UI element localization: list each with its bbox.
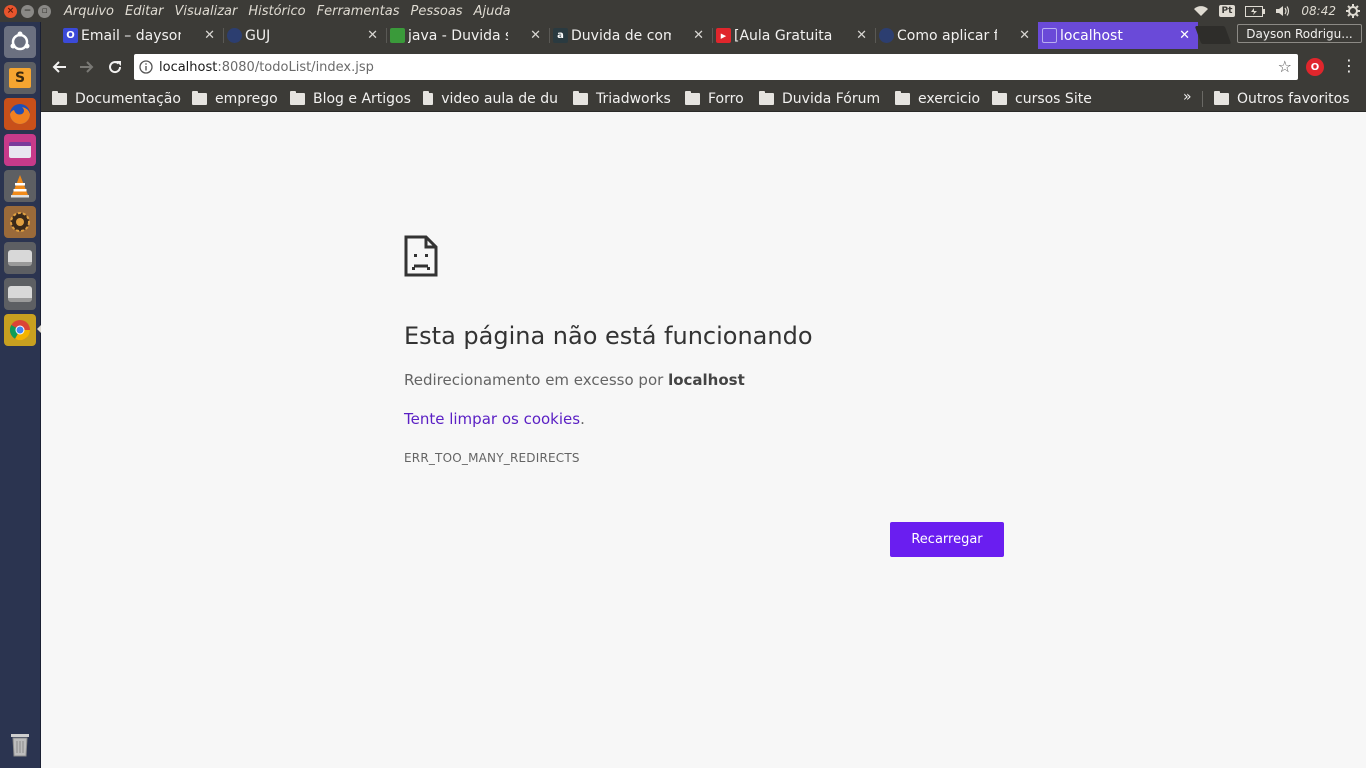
close-window-button[interactable]: × (4, 4, 17, 18)
page-content: Esta página não está funcionando Redirec… (41, 112, 1366, 768)
session-gear-icon[interactable] (1346, 4, 1360, 18)
stackoverflow-icon (390, 28, 405, 43)
extension-icon[interactable]: O (1306, 58, 1324, 76)
drive-icon[interactable] (4, 278, 36, 310)
error-code: ERR_TOO_MANY_REDIRECTS (404, 451, 580, 465)
close-tab-icon[interactable]: ✕ (693, 28, 704, 43)
url-host: localhost (159, 59, 218, 75)
tab-strip: O Email – dayson ✕ GUJ ✕ java - Duvida s… (41, 22, 1366, 49)
close-tab-icon[interactable]: ✕ (856, 28, 867, 43)
back-button[interactable] (48, 56, 70, 78)
battery-icon[interactable] (1245, 5, 1266, 17)
folder-icon (685, 91, 700, 105)
alura-icon: a (553, 28, 568, 43)
bookmark-documentacao[interactable]: Documentação (52, 89, 181, 109)
drive-icon[interactable] (4, 242, 36, 274)
url-path: :8080/todoList/index.jsp (217, 59, 374, 75)
menu-item-visualizar[interactable]: Visualizar (175, 4, 238, 19)
close-tab-icon[interactable]: ✕ (530, 28, 541, 43)
youtube-icon: ▶ (716, 28, 731, 43)
bookmark-duvida-forum[interactable]: Duvida Fórum (759, 89, 880, 109)
close-tab-icon[interactable]: ✕ (367, 28, 378, 43)
reload-button[interactable] (104, 56, 126, 78)
bookmark-blog-e-artigos[interactable]: Blog e Artigos (290, 89, 411, 109)
guj-icon (879, 28, 894, 43)
folder-icon (423, 91, 434, 105)
folder-icon (992, 91, 1007, 105)
error-title: Esta página não está funcionando (404, 322, 813, 350)
vlc-icon[interactable] (4, 170, 36, 202)
desktop: × − ▫ Arquivo Editar Visualizar Históric… (0, 0, 1366, 768)
trash-icon[interactable] (4, 728, 36, 760)
tab-email[interactable]: O Email – dayson ✕ (59, 22, 224, 49)
ubuntu-dash-icon[interactable] (4, 26, 36, 58)
firefox-icon[interactable] (4, 98, 36, 130)
folder-icon (895, 91, 910, 105)
chrome-menu-icon[interactable]: ⋮ (1341, 56, 1357, 75)
clear-cookies-paragraph: Tente limpar os cookies. (404, 410, 585, 428)
new-tab-button[interactable] (1194, 26, 1232, 44)
bookmark-triadworks[interactable]: Triadworks (573, 89, 671, 109)
tab-localhost[interactable]: localhost ✕ (1038, 22, 1198, 49)
bookmark-cursos-site[interactable]: cursos Site (992, 89, 1092, 109)
close-tab-icon[interactable]: ✕ (1019, 28, 1030, 43)
volume-icon[interactable] (1275, 5, 1291, 17)
wifi-icon[interactable] (1193, 5, 1209, 17)
minimize-window-button[interactable]: − (21, 4, 34, 18)
browser-toolbar: localhost:8080/todoList/index.jsp ☆ O ⋮ (41, 49, 1366, 85)
address-bar[interactable]: localhost:8080/todoList/index.jsp ☆ (134, 54, 1298, 80)
folder-icon (192, 91, 207, 105)
bookmark-video-aula[interactable]: video aula de du (423, 89, 558, 109)
folder-icon (1214, 91, 1229, 105)
bookmark-exercicio[interactable]: exercicio (895, 89, 980, 109)
bookmark-emprego[interactable]: emprego (192, 89, 278, 109)
chrome-icon[interactable] (4, 314, 36, 346)
info-icon[interactable] (139, 60, 153, 74)
close-tab-icon[interactable]: ✕ (1179, 28, 1190, 43)
bookmark-outros-favoritos[interactable]: Outros favoritos (1214, 89, 1350, 109)
menu-item-arquivo[interactable]: Arquivo (64, 4, 114, 19)
tab-guj[interactable]: GUJ ✕ (223, 22, 387, 49)
maximize-window-button[interactable]: ▫ (38, 4, 51, 18)
tab-duvida-de-com[interactable]: a Duvida de com ✕ (549, 22, 713, 49)
error-host: localhost (668, 371, 745, 389)
bookmark-star-icon[interactable]: ☆ (1278, 57, 1292, 76)
tab-como-aplicar[interactable]: Como aplicar fi ✕ (875, 22, 1038, 49)
error-description: Redirecionamento em excesso por localhos… (404, 371, 745, 389)
window-controls: × − ▫ (0, 4, 60, 18)
software-center-icon[interactable] (4, 134, 36, 166)
sad-page-icon (404, 235, 438, 281)
clear-cookies-link[interactable]: Tente limpar os cookies (404, 410, 580, 428)
folder-icon (290, 91, 305, 105)
launcher: S (0, 22, 41, 768)
menu-item-historico[interactable]: Histórico (248, 4, 305, 19)
menu-item-ferramentas[interactable]: Ferramentas (317, 4, 400, 19)
bookmarks-bar: Documentação emprego Blog e Artigos vide… (41, 85, 1366, 112)
forward-button[interactable] (76, 56, 98, 78)
menu-item-pessoas[interactable]: Pessoas (411, 4, 463, 19)
bookmarks-overflow-button[interactable]: » (1183, 89, 1192, 105)
guj-icon (227, 28, 242, 43)
folder-icon (759, 91, 774, 105)
folder-icon (52, 91, 67, 105)
menu-item-editar[interactable]: Editar (125, 4, 164, 19)
system-indicators: Pt 08:42 (1193, 0, 1360, 22)
clock[interactable]: 08:42 (1301, 4, 1336, 18)
top-panel: × − ▫ Arquivo Editar Visualizar Históric… (0, 0, 1366, 22)
tab-aula-gratuita[interactable]: ▶ [Aula Gratuita ✕ (712, 22, 876, 49)
page-icon (1042, 28, 1057, 43)
close-tab-icon[interactable]: ✕ (204, 28, 215, 43)
menu-item-ajuda[interactable]: Ajuda (474, 4, 511, 19)
app-settings-icon[interactable] (4, 206, 36, 238)
outlook-icon: O (63, 28, 78, 43)
tab-java-duvida[interactable]: java - Duvida so ✕ (386, 22, 550, 49)
app-menu: Arquivo Editar Visualizar Histórico Ferr… (60, 4, 511, 19)
keyboard-layout-indicator[interactable]: Pt (1218, 5, 1236, 17)
reload-page-button[interactable]: Recarregar (890, 522, 1004, 557)
profile-button[interactable]: Dayson Rodrigu... (1237, 24, 1362, 43)
bookmark-forro[interactable]: Forro (685, 89, 744, 109)
sublime-text-icon[interactable]: S (4, 62, 36, 94)
folder-icon (573, 91, 588, 105)
